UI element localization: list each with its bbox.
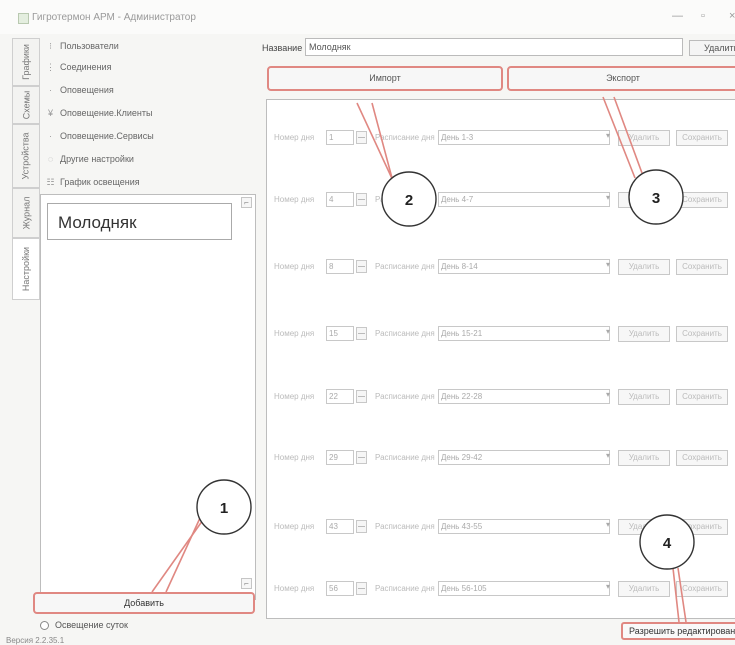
callout-line-4 [677, 567, 687, 623]
callout-number-4: 4 [663, 535, 672, 552]
callout-line-1b [165, 517, 201, 593]
callout-line-4b [672, 567, 680, 623]
callout-number-3: 3 [652, 190, 660, 207]
callout-overlay: 1 2 3 4 [151, 96, 695, 623]
callout-number-1: 1 [220, 500, 228, 517]
callout-number-2: 2 [405, 192, 413, 209]
